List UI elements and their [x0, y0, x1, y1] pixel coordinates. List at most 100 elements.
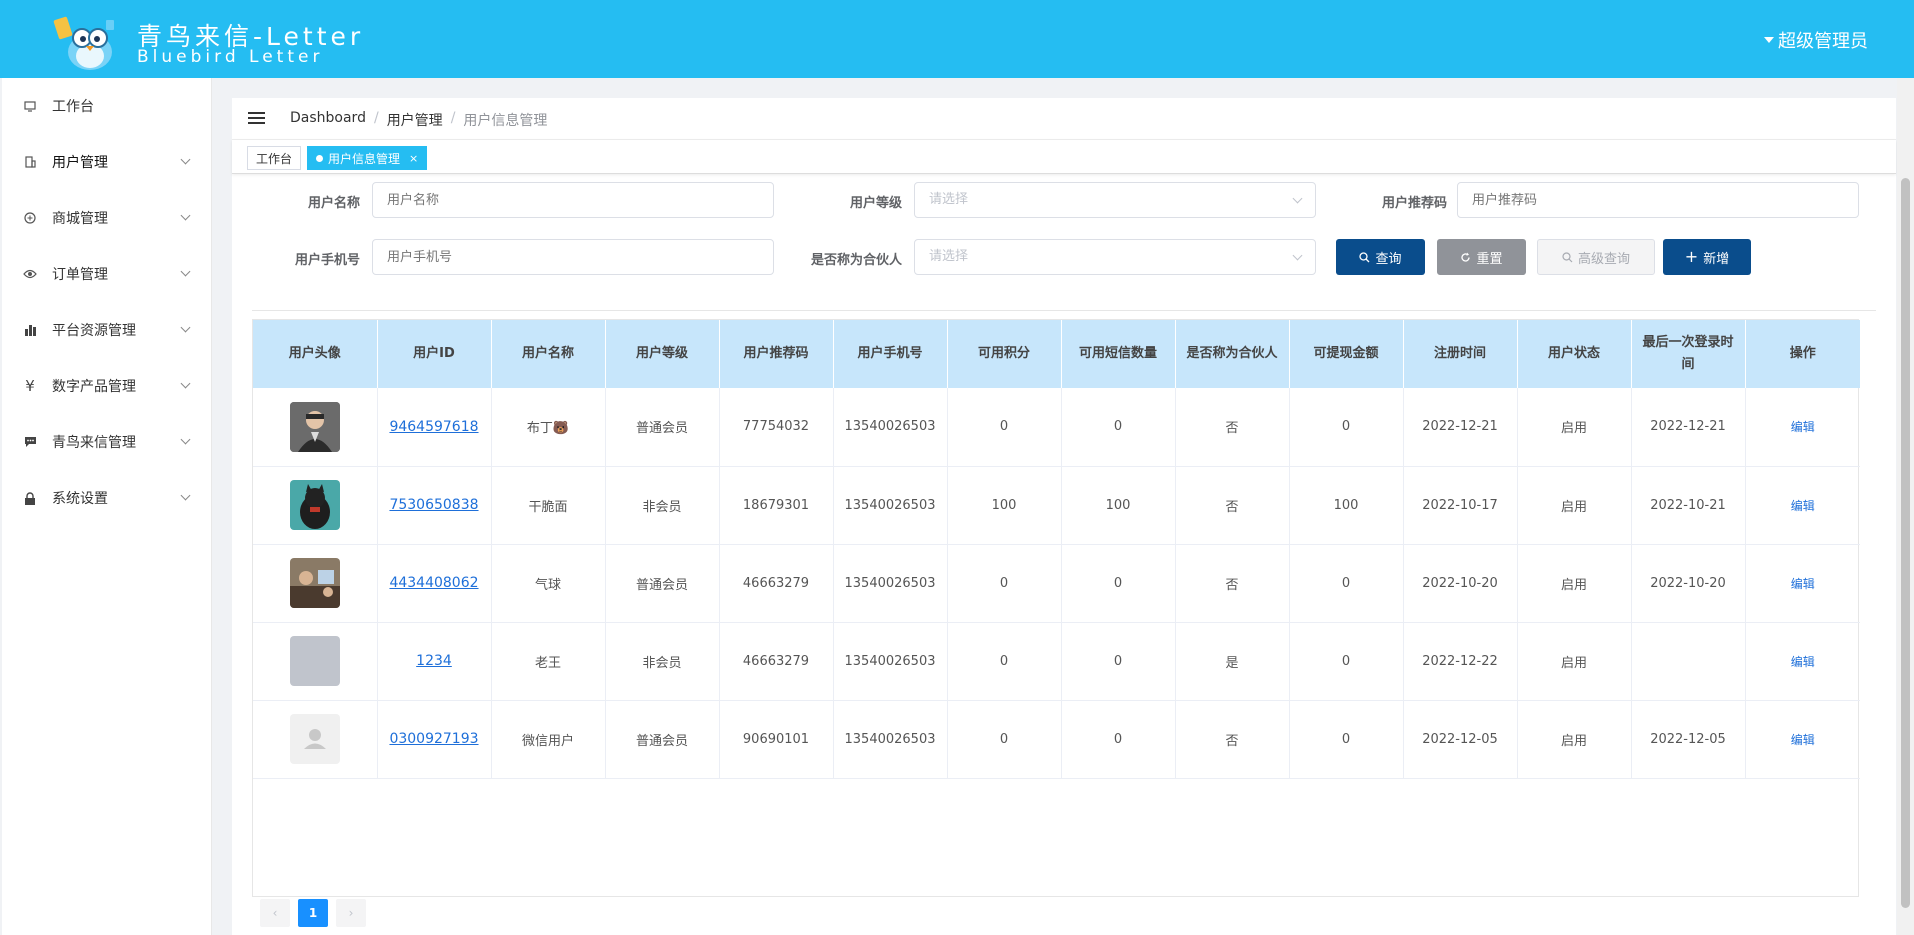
- query-button[interactable]: 查询: [1336, 239, 1425, 275]
- sidebar-item-mall-management[interactable]: 商城管理: [2, 190, 211, 246]
- tab-user-info[interactable]: 用户信息管理 ×: [307, 146, 428, 170]
- refresh-icon: [1461, 252, 1471, 262]
- edit-button[interactable]: 编辑: [1791, 577, 1815, 591]
- sidebar-item-label: 青鸟来信管理: [52, 435, 136, 451]
- divider: [252, 310, 1876, 311]
- plus-icon: +: [1684, 247, 1699, 266]
- next-page-button[interactable]: ›: [336, 899, 366, 927]
- cell-cash: 0: [1289, 622, 1404, 701]
- chevron-down-icon: [180, 210, 191, 221]
- top-header: 青鸟来信-Letter Bluebird Letter 超级管理员: [0, 0, 1914, 78]
- cell-phone: 13540026503: [833, 622, 948, 701]
- user-id-link[interactable]: 0300927193: [389, 731, 478, 747]
- close-icon[interactable]: ×: [409, 152, 418, 165]
- cell-sms: 100: [1061, 466, 1176, 545]
- user-level-select[interactable]: 请选择: [914, 182, 1316, 218]
- yen-icon: ¥: [25, 377, 35, 395]
- sidebar: 工作台 用户管理 商城管理 订单管理 平台资源管理 ¥ 数字产品管理 青鸟来信管…: [2, 78, 212, 935]
- reset-button[interactable]: 重置: [1437, 239, 1526, 275]
- column-header: 用户头像: [253, 320, 378, 388]
- cell-cash: 0: [1289, 544, 1404, 623]
- user-avatar: [289, 558, 340, 608]
- username-input[interactable]: [372, 182, 774, 218]
- prev-page-button[interactable]: ‹: [260, 899, 290, 927]
- column-header: 用户手机号: [833, 320, 948, 388]
- cell-partner: 否: [1175, 700, 1290, 779]
- sidebar-item-bluebird-letter[interactable]: 青鸟来信管理: [2, 414, 211, 470]
- edit-button[interactable]: 编辑: [1791, 655, 1815, 669]
- referral-code-input[interactable]: [1457, 182, 1859, 218]
- table-row: 9464597618 布丁🐻 普通会员 77754032 13540026503…: [253, 388, 1860, 467]
- cell-cash: 0: [1289, 700, 1404, 779]
- chevron-down-icon: [180, 266, 191, 277]
- menu-toggle-icon[interactable]: [248, 112, 265, 126]
- admin-user-label: 超级管理员: [1778, 31, 1868, 52]
- cell-sms: 0: [1061, 622, 1176, 701]
- user-id-link[interactable]: 4434408062: [389, 575, 478, 591]
- sidebar-item-workbench[interactable]: 工作台: [2, 78, 211, 134]
- partner-label: 是否称为合伙人: [810, 253, 902, 268]
- sidebar-item-digital-product[interactable]: ¥ 数字产品管理: [2, 358, 211, 414]
- table-row: 0300927193 微信用户 普通会员 90690101 1354002650…: [253, 700, 1860, 779]
- cell-partner: 否: [1175, 388, 1290, 467]
- cell-status: 启用: [1517, 388, 1632, 467]
- admin-user-menu[interactable]: 超级管理员: [1764, 27, 1868, 53]
- column-header: 注册时间: [1403, 320, 1518, 388]
- column-header: 可用短信数量: [1061, 320, 1176, 388]
- table-header-row: 用户头像 用户ID 用户名称 用户等级 用户推荐码 用户手机号 可用积分 可用短…: [253, 320, 1860, 388]
- cell-level: 普通会员: [605, 388, 720, 467]
- query-label: 查询: [1375, 251, 1402, 267]
- cell-code: 18679301: [719, 466, 834, 545]
- cell-points: 0: [947, 700, 1062, 779]
- edit-button[interactable]: 编辑: [1791, 420, 1815, 434]
- scrollbar-thumb[interactable]: [1901, 178, 1910, 908]
- cell-partner: 是: [1175, 622, 1290, 701]
- sidebar-item-system-settings[interactable]: 系统设置: [2, 470, 211, 526]
- breadcrumb-dashboard[interactable]: Dashboard: [290, 110, 366, 130]
- active-dot-icon: [316, 154, 323, 162]
- sidebar-item-order-management[interactable]: 订单管理: [2, 246, 211, 302]
- cell-cash: 0: [1289, 388, 1404, 467]
- column-header: 用户名称: [491, 320, 606, 388]
- tab-label: 工作台: [256, 151, 293, 166]
- breadcrumb-user-management[interactable]: 用户管理: [387, 110, 443, 130]
- sidebar-item-label: 平台资源管理: [52, 323, 136, 339]
- column-header: 是否称为合伙人: [1175, 320, 1290, 388]
- sidebar-item-resource-management[interactable]: 平台资源管理: [2, 302, 211, 358]
- plus-circle-icon: [22, 210, 38, 226]
- cell-status: 启用: [1517, 466, 1632, 545]
- cell-sms: 0: [1061, 700, 1176, 779]
- brand-subtitle: Bluebird Letter: [137, 47, 324, 67]
- user-id-link[interactable]: 1234: [416, 653, 452, 669]
- advanced-query-button[interactable]: 高级查询: [1537, 239, 1655, 275]
- cell-reg-date: 2022-12-21: [1403, 388, 1518, 467]
- chevron-down-icon: [180, 154, 191, 165]
- cell-level: 非会员: [605, 622, 720, 701]
- user-id-link[interactable]: 9464597618: [389, 419, 478, 435]
- user-avatar: [289, 401, 340, 452]
- select-placeholder: 请选择: [929, 249, 969, 264]
- tab-workbench[interactable]: 工作台: [247, 146, 302, 170]
- user-id-link[interactable]: 7530650838: [389, 497, 478, 513]
- column-header: 用户状态: [1517, 320, 1632, 388]
- add-button[interactable]: + 新增: [1663, 239, 1751, 275]
- chevron-down-icon: [1292, 250, 1303, 261]
- cell-last-login: [1631, 622, 1746, 701]
- sidebar-item-label: 工作台: [52, 99, 94, 115]
- sidebar-item-user-management[interactable]: 用户管理: [2, 134, 211, 190]
- phone-input[interactable]: [372, 239, 774, 275]
- bluebird-logo: [52, 12, 122, 72]
- pagination: ‹ 1 ›: [260, 899, 366, 927]
- partner-select[interactable]: 请选择: [914, 239, 1316, 275]
- chevron-down-icon: [1292, 193, 1303, 204]
- page-number-button[interactable]: 1: [298, 899, 328, 927]
- edit-button[interactable]: 编辑: [1791, 733, 1815, 747]
- edit-button[interactable]: 编辑: [1791, 499, 1815, 513]
- cell-partner: 否: [1175, 466, 1290, 545]
- cell-code: 46663279: [719, 544, 834, 623]
- column-header: 最后一次登录时间: [1631, 320, 1746, 388]
- cell-name: 老王: [491, 622, 606, 701]
- column-header: 用户ID: [377, 320, 492, 388]
- vertical-scrollbar[interactable]: [1897, 78, 1914, 935]
- cell-code: 90690101: [719, 700, 834, 779]
